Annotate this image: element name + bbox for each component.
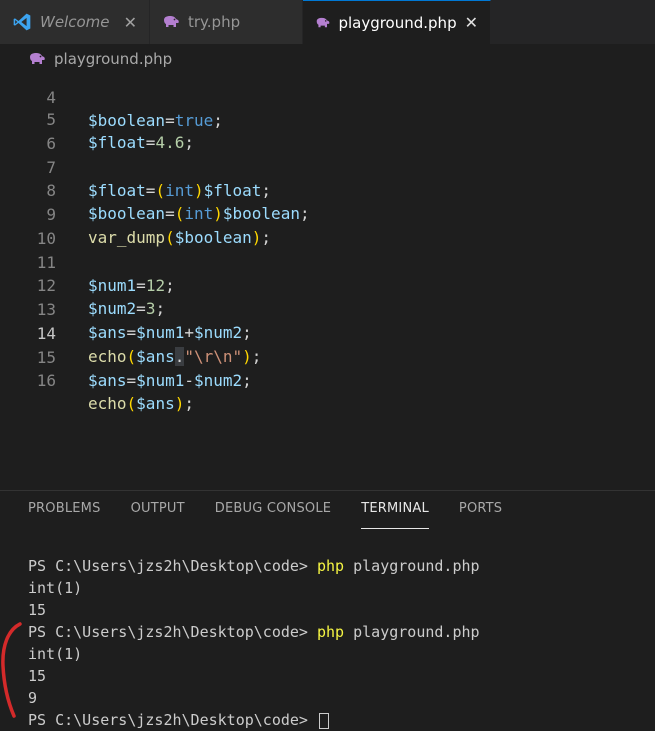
tab-playground-php[interactable]: playground.php ✕ [303,0,491,44]
code-line[interactable]: 11 $num1=12; [0,228,655,295]
php-elephant-icon [316,17,330,27]
close-icon[interactable]: ✕ [465,13,478,32]
php-elephant-icon [30,53,45,64]
tab-output[interactable]: OUTPUT [131,501,185,529]
code-editor[interactable]: 4 $boolean=true; 5 $float=4.6; 6 7 $floa… [0,72,655,482]
code-line[interactable]: 13 $ans=$num1+$num2; [0,275,655,342]
code-line[interactable]: 9 var_dump($boolean); [0,180,655,247]
editor-tab-bar: Welcome ✕ try.php playground.php ✕ [0,0,655,44]
tab-welcome-label: Welcome [40,13,110,31]
panel-tab-bar: PROBLEMS OUTPUT DEBUG CONSOLE TERMINAL P… [28,501,502,529]
terminal-prompt: PS C:\Users\jzs2h\Desktop\code> [28,557,317,575]
close-icon[interactable]: ✕ [124,13,137,32]
bottom-panel: PROBLEMS OUTPUT DEBUG CONSOLE TERMINAL P… [0,490,655,729]
terminal-prompt: PS C:\Users\jzs2h\Desktop\code> [28,623,317,641]
code-line[interactable]: 10 [0,204,655,248]
terminal-output[interactable]: PS C:\Users\jzs2h\Desktop\code> php play… [28,555,648,731]
code-line[interactable]: 7 $float=(int)$float; [0,133,655,200]
code-line[interactable]: 8 $boolean=(int)$boolean; [0,156,655,223]
terminal-line[interactable]: PS C:\Users\jzs2h\Desktop\code> [28,709,648,731]
terminal-command: php [316,557,345,575]
terminal-line: int(1) [28,579,83,597]
code-line[interactable]: 16 echo($ans); [0,346,655,413]
terminal-line: 15 [28,667,47,685]
tab-problems[interactable]: PROBLEMS [28,501,101,529]
code-line[interactable]: 6 [0,109,655,153]
tab-welcome[interactable]: Welcome ✕ [0,0,150,44]
tab-terminal[interactable]: TERMINAL [361,501,429,529]
tab-try-php[interactable]: try.php [150,0,303,44]
code-line[interactable]: 15 $ans=$num1-$num2; [0,323,655,390]
tab-ports[interactable]: PORTS [459,501,502,529]
code-line[interactable]: 5 $float=4.6; [0,85,655,152]
terminal-line: PS C:\Users\jzs2h\Desktop\code> php play… [28,555,648,577]
terminal-line: 9 [28,689,38,707]
terminal-line: int(1) [28,645,83,663]
breadcrumb-file[interactable]: playground.php [54,50,172,68]
code-line-current[interactable]: 14 echo($ans."\r\n"); [0,299,655,366]
breadcrumb[interactable]: playground.php [28,48,172,70]
terminal-args: playground.php [344,623,480,641]
vscode-icon [13,13,31,31]
terminal-cursor[interactable] [318,712,329,729]
tab-bar-empty-area [491,0,655,44]
tab-try-php-label: try.php [188,13,241,31]
terminal-line: 15 [28,601,47,619]
code-text: $ans=$num1-$num2; [88,371,252,390]
tab-debug-console[interactable]: DEBUG CONSOLE [215,501,331,529]
code-text: echo($ans); [88,394,194,413]
code-line[interactable]: 4 $boolean=true; [0,72,655,130]
terminal-prompt: PS C:\Users\jzs2h\Desktop\code> [28,711,317,729]
line-number: 16 [36,371,56,390]
terminal-line: PS C:\Users\jzs2h\Desktop\code> php play… [28,621,648,643]
terminal-args: playground.php [344,557,480,575]
tab-playground-php-label: playground.php [338,13,457,32]
php-elephant-icon [164,16,179,27]
code-line[interactable]: 12 $num2=3; [0,251,655,318]
terminal-command: php [316,623,345,641]
